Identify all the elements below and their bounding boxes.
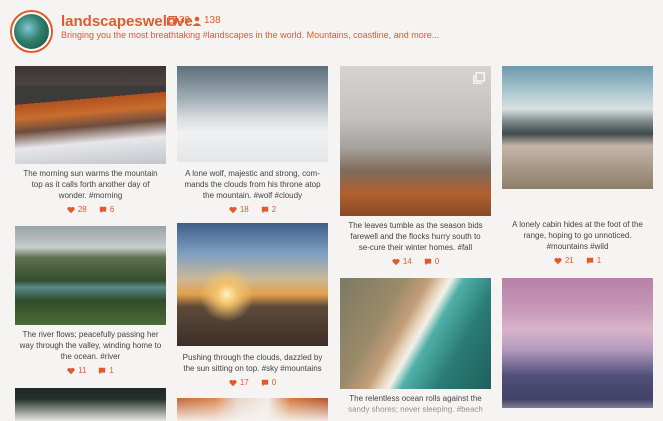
comments[interactable]: 0 [261,378,276,387]
profile-bio: Bringing you the most breathtaking #land… [61,30,440,40]
post-photo[interactable] [502,278,653,408]
post-photo[interactable] [340,278,491,389]
comments-count: 1 [596,256,602,265]
post-photo[interactable] [15,226,166,325]
comments-count: 1 [109,366,114,375]
avatar-image [14,14,49,49]
comments[interactable]: 0 [424,257,439,266]
likes[interactable]: 17 [229,378,249,387]
post-caption: The leaves tumble as the season bids far… [348,221,483,252]
comments[interactable]: 2 [261,205,276,214]
comments[interactable]: 1 [586,256,601,265]
post-caption: The river flows; peacefully passing her … [19,330,162,361]
comments-count: 0 [434,257,440,266]
likes[interactable]: 14 [392,257,412,266]
comments[interactable]: 1 [98,366,114,375]
posts-count: 39 [167,15,190,26]
comment-icon [424,258,431,265]
post-card[interactable]: A lonely cabin hides at the foot of the … [502,66,653,265]
comment-icon [586,257,593,264]
post-card[interactable] [502,278,653,408]
comment-icon [261,206,268,213]
comment-icon [99,206,106,213]
likes[interactable]: 18 [229,205,249,214]
post-caption: The morning sun warms the mountain top a… [23,169,158,200]
post-card[interactable]: The relentless ocean rolls against the s… [340,278,491,415]
likes-count: 28 [77,205,87,214]
heart-icon [392,258,400,265]
comments[interactable]: 6 [99,205,114,214]
post-stats: 21 1 [502,256,653,265]
followers-count: 138 [192,15,221,26]
post-photo[interactable] [177,66,328,162]
likes[interactable]: 21 [554,256,574,265]
post-photo[interactable] [177,223,328,346]
post-stats: 17 0 [177,378,328,387]
post-stats: 28 6 [15,205,166,214]
post-stats: 14 0 [340,257,491,266]
avatar[interactable] [10,10,53,53]
bottom-fade [0,399,663,421]
likes-count: 14 [402,257,412,266]
post-caption: A lone wolf, majestic and strong, com-ma… [184,169,321,200]
comments-count: 0 [271,378,277,387]
comment-icon [261,379,268,386]
comments-count: 6 [109,205,115,214]
comments-count: 2 [271,205,277,214]
likes[interactable]: 28 [67,205,87,214]
post-stats: 11 1 [15,366,166,375]
heart-icon [67,206,75,213]
post-photo[interactable] [340,66,491,216]
likes-count: 11 [78,366,87,375]
post-caption: A lonely cabin hides at the foot of the … [512,220,643,251]
post-card[interactable]: The morning sun warms the mountain top a… [15,66,166,214]
heart-icon [67,367,75,374]
likes-count: 18 [239,205,249,214]
photos-icon [167,15,177,25]
post-stats: 18 2 [177,205,328,214]
post-photo[interactable] [15,66,166,164]
user-icon [192,16,202,26]
heart-icon [554,257,562,264]
heart-icon [229,379,237,386]
comment-icon [99,367,106,374]
posts-count-value: 39 [179,15,191,26]
post-card[interactable]: Pushing through the clouds, dazzled by t… [177,223,328,387]
followers-count-value: 138 [204,15,221,26]
likes[interactable]: 11 [67,366,86,375]
heart-icon [229,206,237,213]
post-caption: Pushing through the clouds, dazzled by t… [182,353,323,373]
likes-count: 21 [564,256,574,265]
profile-header: landscapeswelove 39 138 Bringing you the… [0,0,663,60]
multiple-photos-icon [473,72,485,84]
post-card[interactable]: The river flows; peacefully passing her … [15,226,166,375]
likes-count: 17 [239,378,249,387]
post-photo[interactable] [502,66,653,189]
post-card[interactable]: A lone wolf, majestic and strong, com-ma… [177,66,328,214]
post-card[interactable]: The leaves tumble as the season bids far… [340,66,491,266]
